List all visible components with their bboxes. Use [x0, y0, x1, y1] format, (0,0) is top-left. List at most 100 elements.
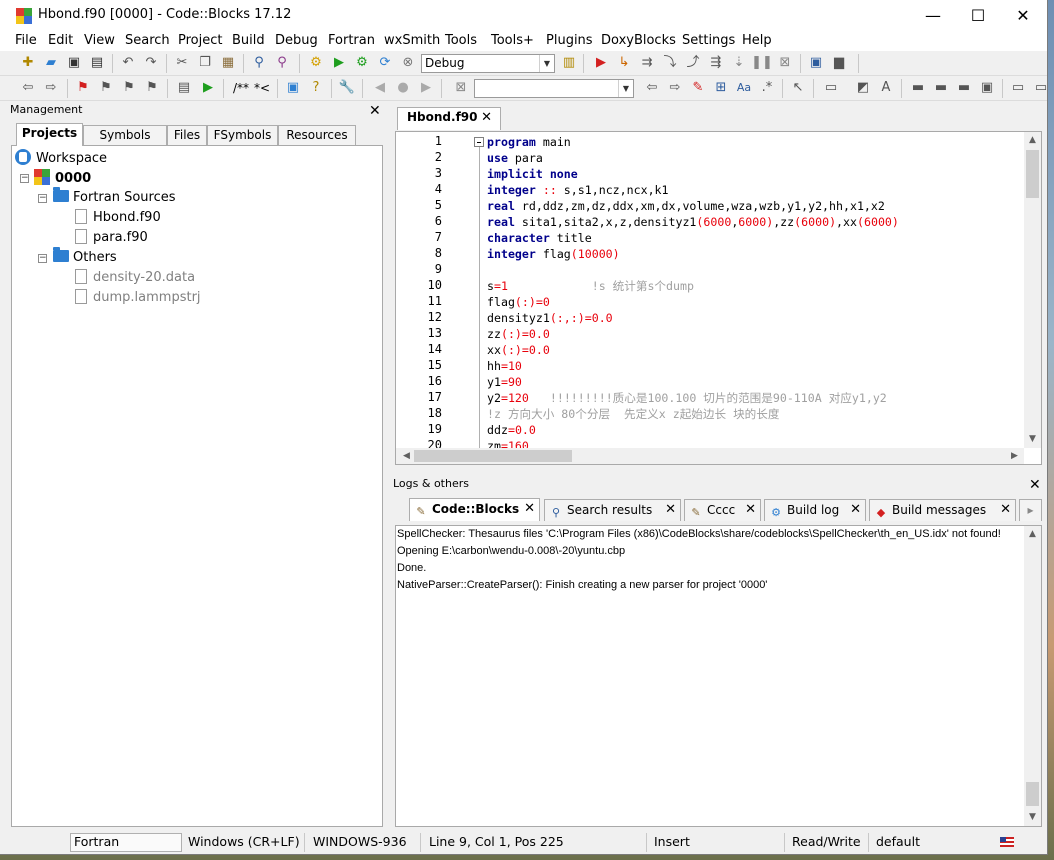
tree-fortran-sources[interactable]: Fortran Sources [53, 187, 176, 207]
menu-help[interactable]: Help [742, 33, 772, 48]
tab-symbols[interactable]: Symbols [83, 125, 167, 145]
fold-marker-icon[interactable] [474, 137, 484, 147]
log-tab-build-log[interactable]: ⚙ Build log ✕ [764, 499, 866, 521]
copy-icon[interactable]: ❐ [197, 55, 213, 71]
tab-files[interactable]: Files [167, 125, 207, 145]
close-tab-icon[interactable]: ✕ [524, 499, 535, 519]
bookmark-toggle-icon[interactable]: ⚑ [75, 80, 91, 96]
wrench-icon[interactable]: 🔧 [339, 80, 355, 96]
wx-button-icon[interactable]: ▭ [823, 80, 839, 96]
bookmark-clear-icon[interactable]: ⚑ [144, 80, 160, 96]
wx-panel-icon[interactable]: ▬ [910, 80, 926, 96]
scroll-down-icon[interactable]: ▼ [1024, 812, 1041, 822]
scroll-thumb[interactable] [414, 450, 572, 462]
save-icon[interactable]: ▣ [66, 55, 82, 71]
cut-icon[interactable]: ✂ [174, 55, 190, 71]
search-prev-icon[interactable]: ⇦ [644, 80, 660, 96]
open-file-icon[interactable]: ▰ [43, 55, 59, 71]
search-next-icon[interactable]: ⇨ [667, 80, 683, 96]
scroll-up-icon[interactable]: ▲ [1024, 529, 1041, 539]
run-icon[interactable]: ▶ [331, 55, 347, 71]
horizontal-splitter[interactable] [392, 467, 1047, 474]
debug-windows-icon[interactable]: ▣ [808, 55, 824, 71]
regex-icon[interactable]: .* [759, 80, 775, 96]
step-instruction-icon[interactable]: ⇣ [731, 55, 747, 71]
back-icon[interactable]: ⇦ [20, 80, 36, 96]
menu-file[interactable]: File [15, 33, 37, 48]
collapse-sources-toggle[interactable]: − [38, 194, 47, 203]
step-into-icon[interactable]: ⤵ [662, 55, 678, 71]
tree-file-para[interactable]: para.f90 [75, 229, 148, 247]
compile-file-icon[interactable]: ▤ [176, 80, 192, 96]
wx-image-icon[interactable]: ◩ [855, 80, 871, 96]
tree-project[interactable]: 0000 [34, 169, 91, 187]
next-line-icon[interactable]: ⇉ [639, 55, 655, 71]
target-dialog-icon[interactable]: ▥ [561, 55, 577, 71]
bookmark-next-icon[interactable]: ⚑ [121, 80, 137, 96]
menu-doxyblocks[interactable]: DoxyBlocks [601, 33, 676, 48]
tree-file-hbond[interactable]: Hbond.f90 [75, 209, 161, 227]
tree-workspace[interactable]: Workspace [15, 149, 107, 167]
close-tab-icon[interactable]: ✕ [481, 109, 492, 127]
wx-box-icon[interactable]: ▣ [979, 80, 995, 96]
vertical-splitter[interactable] [386, 101, 392, 829]
menu-wxsmith[interactable]: wxSmith [384, 33, 440, 48]
management-close-icon[interactable]: ✕ [369, 104, 381, 118]
menu-debug[interactable]: Debug [275, 33, 318, 48]
menu-view[interactable]: View [84, 33, 115, 48]
scroll-right-icon[interactable]: ▶ [1006, 451, 1023, 461]
wx-sizer-icon[interactable]: ▬ [933, 80, 949, 96]
highlight-icon[interactable]: ✎ [690, 80, 706, 96]
menu-plugins[interactable]: Plugins [546, 33, 593, 48]
abort-icon[interactable]: ⊗ [400, 55, 416, 71]
menu-project[interactable]: Project [178, 33, 222, 48]
minimize-button[interactable]: — [910, 0, 956, 31]
wx-grid-icon[interactable]: ▬ [956, 80, 972, 96]
close-tab-icon[interactable]: ✕ [1000, 500, 1011, 520]
run-file-icon[interactable]: ▶ [200, 80, 216, 96]
close-tab-icon[interactable]: ✕ [665, 500, 676, 520]
scroll-up-icon[interactable]: ▲ [1024, 135, 1041, 145]
doxy-block-comment-button[interactable]: /** [230, 80, 252, 96]
scroll-left-icon[interactable]: ◀ [398, 451, 415, 461]
incremental-search-input[interactable]: ▼ [474, 79, 634, 98]
tab-projects[interactable]: Projects [16, 123, 83, 146]
build-icon[interactable]: ⚙ [308, 55, 324, 71]
rebuild-icon[interactable]: ⟳ [377, 55, 393, 71]
forward-icon[interactable]: ⇨ [43, 80, 59, 96]
code-area[interactable]: program main use para implicit none inte… [487, 132, 1025, 448]
doxy-help-icon[interactable]: ? [308, 80, 324, 96]
wx-frame-icon[interactable]: ▭ [1010, 80, 1026, 96]
bookmark-prev-icon[interactable]: ⚑ [98, 80, 114, 96]
code-editor[interactable]: 1 2 3 4 5 6 7 8 9 10 11 12 13 14 15 16 1… [395, 131, 1042, 465]
log-tab-search-results[interactable]: ⚲ Search results ✕ [544, 499, 681, 521]
menu-fortran[interactable]: Fortran [328, 33, 375, 48]
doxy-line-comment-button[interactable]: *< [253, 80, 271, 96]
menu-settings[interactable]: Settings [682, 33, 735, 48]
doxy-wizard-icon[interactable]: ▣ [285, 80, 301, 96]
scroll-down-icon[interactable]: ▼ [1024, 434, 1041, 444]
close-tab-icon[interactable]: ✕ [745, 500, 756, 520]
menu-tools[interactable]: Tools [445, 33, 477, 48]
menu-search[interactable]: Search [125, 33, 170, 48]
find-icon[interactable]: ⚲ [251, 55, 267, 71]
stop-debug-icon[interactable]: ⊠ [777, 55, 793, 71]
replace-icon[interactable]: ⚲ [274, 55, 290, 71]
build-target-select[interactable]: Debug ▼ [421, 54, 555, 73]
tab-fsymbols[interactable]: FSymbols [207, 125, 278, 145]
redo-icon[interactable]: ↷ [143, 55, 159, 71]
debug-back-icon[interactable]: ◀ [372, 80, 388, 96]
paste-icon[interactable]: ▦ [220, 55, 236, 71]
editor-vertical-scrollbar[interactable]: ▲ ▼ [1024, 132, 1041, 448]
collapse-project-toggle[interactable]: − [20, 174, 29, 183]
tab-resources[interactable]: Resources [278, 125, 356, 145]
menu-tools-plus[interactable]: Tools+ [491, 33, 534, 48]
match-case-icon[interactable]: Aa [736, 80, 752, 96]
undo-icon[interactable]: ↶ [120, 55, 136, 71]
log-tabs-scroll-right[interactable]: ▸ [1019, 499, 1042, 521]
debug-forward-icon[interactable]: ▶ [418, 80, 434, 96]
collapse-others-toggle[interactable]: − [38, 254, 47, 263]
logs-output[interactable]: SpellChecker: Thesaurus files 'C:\Progra… [395, 525, 1042, 827]
wx-text-icon[interactable]: A [878, 80, 894, 96]
pause-icon[interactable]: ❚❚ [751, 55, 773, 71]
